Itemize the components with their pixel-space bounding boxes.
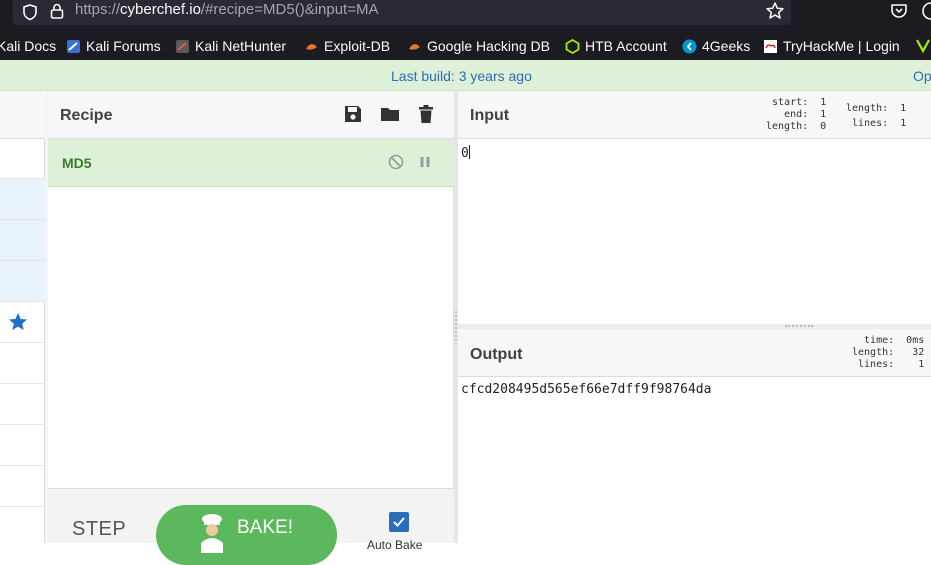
bookmarks-bar: Kali Docs Kali Forums Kali NetHunter Exp… bbox=[0, 30, 931, 60]
last-build-text: Last build: 3 years ago bbox=[391, 68, 532, 84]
category-item[interactable] bbox=[0, 384, 45, 425]
operations-header bbox=[0, 91, 45, 139]
bookmark-tryhackme[interactable]: TryHackMe | Login bbox=[763, 37, 900, 55]
htb-icon bbox=[565, 38, 580, 54]
pocket-icon[interactable] bbox=[889, 1, 909, 21]
bookmark-star-icon[interactable] bbox=[765, 1, 785, 21]
favourite-star-icon bbox=[9, 313, 27, 330]
recipe-operation-md5[interactable]: MD5 bbox=[48, 139, 454, 187]
url-text[interactable]: https://cyberchef.io/#recipe=MD5()&input… bbox=[75, 1, 378, 18]
recipe-title: Recipe bbox=[60, 107, 113, 124]
shield-icon[interactable] bbox=[21, 3, 39, 21]
auto-bake-label: Auto Bake bbox=[367, 538, 423, 552]
breakpoint-pause-icon[interactable] bbox=[419, 154, 431, 170]
address-bar[interactable]: https://cyberchef.io/#recipe=MD5()&input… bbox=[13, 0, 791, 25]
resize-handle bbox=[455, 311, 457, 341]
bookmark-exploit-db[interactable]: Exploit-DB bbox=[304, 37, 390, 55]
bookmark-label: Kali Forums bbox=[86, 38, 161, 54]
bookmark-label: Kali Docs bbox=[0, 38, 57, 54]
category-item[interactable] bbox=[0, 425, 45, 466]
url-path: /#recipe=MD5()&input=MA bbox=[200, 1, 379, 18]
category-favourites[interactable] bbox=[0, 302, 45, 343]
notice-bar: Last build: 3 years ago Op bbox=[0, 60, 931, 91]
category-item[interactable] bbox=[0, 179, 45, 220]
bookmark-kali-docs[interactable]: Kali Docs bbox=[0, 37, 56, 55]
lock-icon[interactable] bbox=[49, 2, 65, 20]
chef-icon bbox=[201, 514, 223, 553]
output-title: Output bbox=[470, 346, 523, 363]
category-item[interactable] bbox=[0, 220, 45, 261]
operations-panel bbox=[0, 91, 45, 543]
bookmark-4geeks[interactable]: 4Geeks bbox=[682, 37, 750, 55]
overflow-bookmark-icon[interactable] bbox=[915, 38, 931, 53]
step-button[interactable]: STEP bbox=[72, 518, 126, 541]
input-selection-stats: start: 1 end: 1 length: 0 bbox=[766, 97, 827, 132]
save-recipe-icon[interactable] bbox=[343, 104, 363, 124]
bookmark-label: Kali NetHunter bbox=[195, 38, 287, 54]
load-recipe-folder-icon[interactable] bbox=[380, 104, 400, 124]
browser-toolbar: https://cyberchef.io/#recipe=MD5()&input… bbox=[0, 0, 931, 30]
checkmark-icon bbox=[393, 517, 405, 527]
operations-search[interactable] bbox=[0, 139, 45, 179]
recipe-header: Recipe bbox=[48, 91, 454, 139]
category-item[interactable] bbox=[0, 507, 45, 543]
operation-name: MD5 bbox=[62, 155, 92, 171]
text-caret bbox=[468, 145, 470, 159]
category-item[interactable] bbox=[0, 261, 45, 302]
kali-nethunter-icon bbox=[176, 39, 189, 53]
bookmark-label: Google Hacking DB bbox=[427, 38, 550, 54]
resize-handle bbox=[785, 325, 813, 327]
bookmark-label: Exploit-DB bbox=[324, 38, 391, 54]
exploit-db-icon bbox=[306, 43, 317, 50]
tryhackme-icon bbox=[764, 39, 777, 53]
input-length-stats: length: 1 lines: 1 bbox=[846, 103, 907, 129]
bookmark-kali-nethunter[interactable]: Kali NetHunter bbox=[175, 37, 286, 55]
bookmark-label: HTB Account bbox=[585, 38, 667, 54]
bookmark-google-hacking-db[interactable]: Google Hacking DB bbox=[407, 37, 550, 55]
bookmark-kali-forums[interactable]: Kali Forums bbox=[66, 37, 161, 55]
auto-bake-checkbox[interactable] bbox=[389, 512, 409, 532]
bake-label: BAKE! bbox=[237, 517, 293, 538]
bookmark-label: 4Geeks bbox=[702, 38, 751, 54]
input-header: Input start: 1 end: 1 length: 0 length: … bbox=[458, 91, 931, 139]
output-header: Output time: 0ms length: 32 lines: 1 bbox=[458, 329, 931, 377]
clear-recipe-trash-icon[interactable] bbox=[416, 104, 436, 124]
bookmark-label: TryHackMe | Login bbox=[783, 38, 900, 54]
url-host: cyberchef.io bbox=[120, 1, 201, 18]
output-panel: Output time: 0ms length: 32 lines: 1 cfc… bbox=[458, 329, 931, 543]
input-textarea[interactable]: 0 bbox=[461, 145, 470, 161]
disable-operation-icon[interactable] bbox=[388, 154, 404, 170]
4geeks-icon bbox=[682, 39, 697, 53]
bookmark-htb-account[interactable]: HTB Account bbox=[565, 37, 667, 55]
bake-button[interactable]: BAKE! bbox=[156, 505, 337, 565]
input-panel: Input start: 1 end: 1 length: 0 length: … bbox=[458, 91, 931, 324]
category-item[interactable] bbox=[0, 343, 45, 384]
url-scheme: https:// bbox=[75, 1, 121, 18]
recipe-panel: Recipe MD5 STEP BAKE! Auto Bake bbox=[48, 91, 454, 565]
bake-controls: STEP BAKE! Auto Bake bbox=[48, 488, 454, 565]
input-value: 0 bbox=[461, 146, 469, 161]
options-link[interactable]: Op bbox=[913, 68, 931, 84]
category-item[interactable] bbox=[0, 466, 45, 507]
output-text[interactable]: cfcd208495d565ef66e7dff9f98764da bbox=[461, 382, 711, 397]
input-title: Input bbox=[470, 107, 510, 124]
account-icon[interactable] bbox=[921, 1, 931, 21]
output-stats: time: 0ms length: 32 lines: 1 bbox=[852, 335, 925, 370]
kali-forums-icon bbox=[67, 39, 80, 53]
ghdb-icon bbox=[409, 43, 420, 50]
